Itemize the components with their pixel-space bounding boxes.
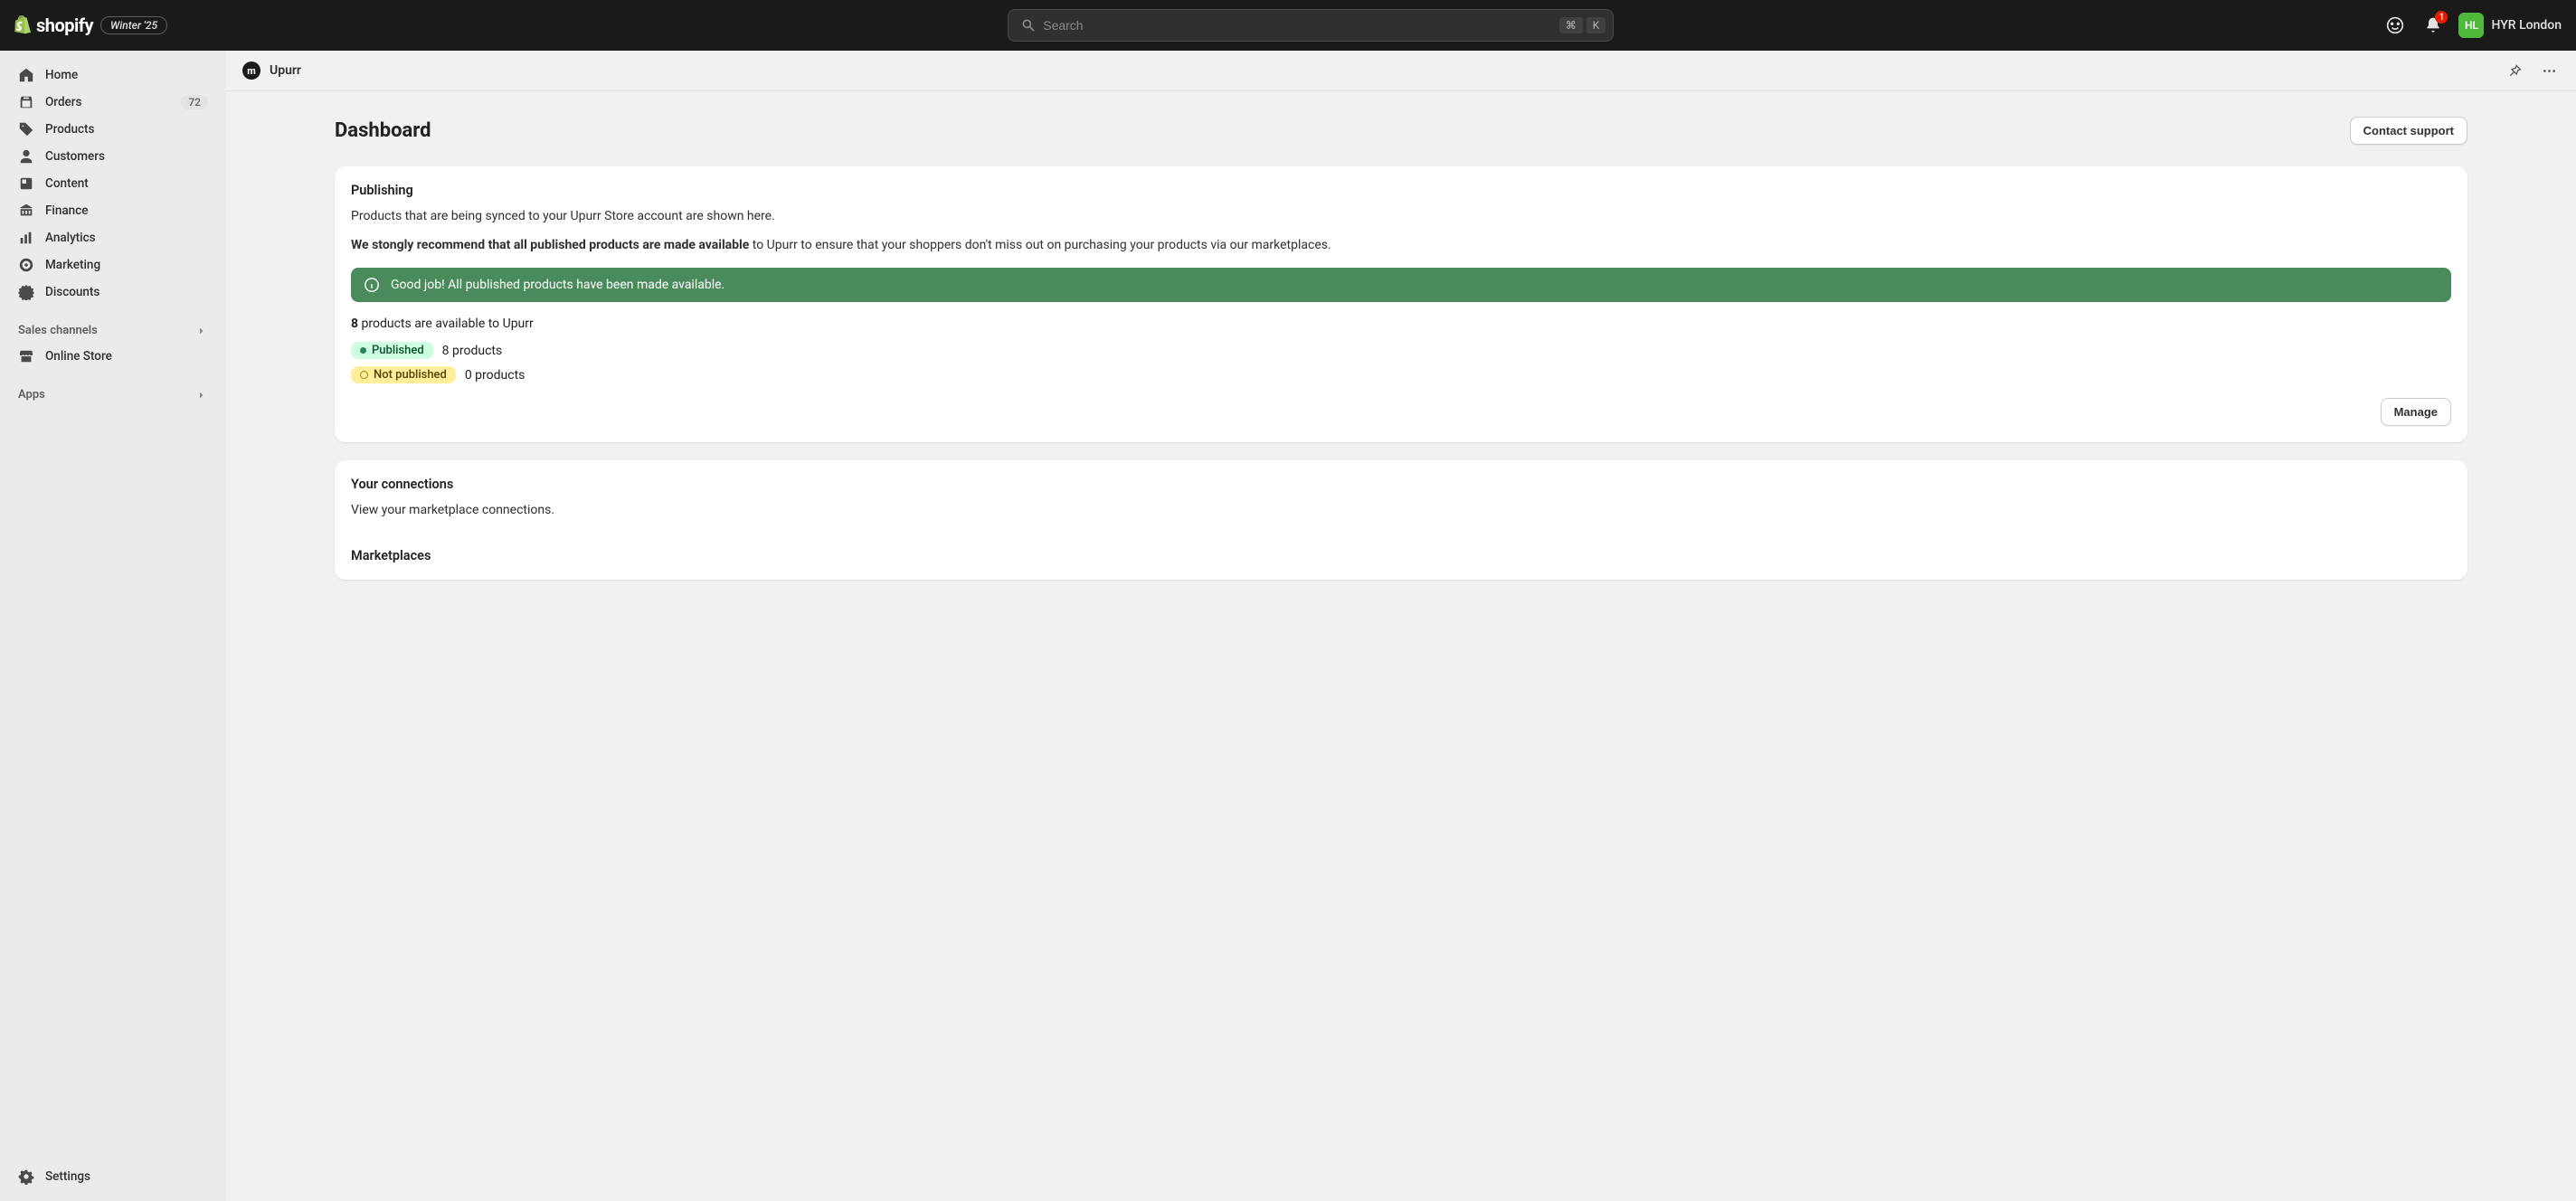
user-menu[interactable]: HL HYR London <box>2458 13 2562 38</box>
content-area: Dashboard Contact support Publishing Pro… <box>226 91 2576 1201</box>
marketing-icon <box>18 257 34 273</box>
sidebar-item-label: Products <box>45 122 94 137</box>
available-count: 8 <box>351 317 358 331</box>
analytics-icon <box>18 230 34 246</box>
shortcut-key-k: K <box>1586 17 1606 33</box>
chevron-right-icon <box>195 325 208 337</box>
face-icon <box>2386 16 2404 34</box>
connections-description: View your marketplace connections. <box>351 501 2451 521</box>
edition-badge[interactable]: Winter '25 <box>100 16 167 34</box>
orders-badge: 72 <box>181 95 208 109</box>
section-label: Apps <box>18 388 45 402</box>
dots-icon <box>2542 63 2557 79</box>
notification-badge: 1 <box>2435 11 2448 24</box>
chevron-right-icon <box>195 389 208 402</box>
published-count: 8 products <box>442 344 503 358</box>
app-icon: m <box>242 61 260 80</box>
store-icon <box>18 348 34 364</box>
app-title: Upurr <box>270 63 301 78</box>
sidebar-item-label: Home <box>45 68 78 82</box>
shortcut-keys: ⌘ K <box>1559 17 1606 33</box>
not-published-row: Not published 0 products <box>351 366 2451 383</box>
publishing-recommendation: We stongly recommend that all published … <box>351 236 2451 256</box>
page-title: Dashboard <box>335 119 431 142</box>
sidebar-item-online-store[interactable]: Online Store <box>9 343 217 370</box>
sidebar-item-home[interactable]: Home <box>9 61 217 89</box>
sidebar-item-label: Analytics <box>45 231 96 245</box>
discounts-icon <box>18 284 34 300</box>
sidebar-item-label: Marketing <box>45 258 100 272</box>
publishing-card: Publishing Products that are being synce… <box>335 166 2467 442</box>
marketplaces-title: Marketplaces <box>351 548 2451 563</box>
not-published-count: 0 products <box>465 368 526 383</box>
sidebar-item-label: Online Store <box>45 349 112 364</box>
app-header: m Upurr <box>226 51 2576 91</box>
gear-icon <box>18 1168 34 1185</box>
topbar: shopify Winter '25 ⌘ K 1 HL HYR London <box>0 0 2576 51</box>
user-name: HYR London <box>2491 18 2562 33</box>
manage-button[interactable]: Manage <box>2381 398 2451 426</box>
available-summary: 8 products are available to Upurr <box>351 317 2451 331</box>
products-icon <box>18 121 34 137</box>
sidebar-item-content[interactable]: Content <box>9 170 217 197</box>
logo-section: shopify Winter '25 <box>14 14 239 36</box>
connections-card: Your connections View your marketplace c… <box>335 460 2467 580</box>
sidebar-item-label: Finance <box>45 203 88 218</box>
customers-icon <box>18 148 34 165</box>
published-badge: Published <box>351 342 433 359</box>
sidebar-item-label: Orders <box>45 95 82 109</box>
brand-text: shopify <box>36 14 93 36</box>
notifications-button[interactable]: 1 <box>2420 13 2446 38</box>
contact-support-button[interactable]: Contact support <box>2350 117 2467 145</box>
sidebar-item-orders[interactable]: Orders 72 <box>9 89 217 116</box>
content-icon <box>18 175 34 192</box>
sidebar-section-apps[interactable]: Apps <box>9 383 217 407</box>
publishing-description: Products that are being synced to your U… <box>351 207 2451 227</box>
shortcut-key-cmd: ⌘ <box>1559 17 1583 33</box>
search-wrap: ⌘ K <box>253 9 2368 42</box>
shopify-logo[interactable]: shopify <box>14 14 93 36</box>
face-icon-button[interactable] <box>2382 13 2408 38</box>
sidebar-item-label: Content <box>45 176 89 191</box>
not-published-badge: Not published <box>351 366 456 383</box>
sidebar-item-analytics[interactable]: Analytics <box>9 224 217 251</box>
connections-title: Your connections <box>351 477 2451 492</box>
available-text: products are available to Upurr <box>358 317 534 331</box>
sidebar-item-settings[interactable]: Settings <box>9 1163 217 1190</box>
pin-icon <box>2507 63 2523 79</box>
topbar-right: 1 HL HYR London <box>2382 13 2562 38</box>
sidebar-item-products[interactable]: Products <box>9 116 217 143</box>
orders-icon <box>18 94 34 110</box>
publishing-title: Publishing <box>351 183 2451 198</box>
recommendation-bold: We stongly recommend that all published … <box>351 238 749 252</box>
success-banner: Good job! All published products have be… <box>351 268 2451 302</box>
pin-button[interactable] <box>2504 60 2525 81</box>
sidebar-section-sales-channels[interactable]: Sales channels <box>9 318 217 343</box>
search-bar[interactable]: ⌘ K <box>1008 9 1614 42</box>
page-header: Dashboard Contact support <box>335 117 2467 145</box>
sidebar-item-marketing[interactable]: Marketing <box>9 251 217 279</box>
banner-text: Good job! All published products have be… <box>391 278 724 292</box>
sidebar: Home Orders 72 Products Customers Conten… <box>0 51 226 1201</box>
main: m Upurr Dashboard Contact support Publis… <box>226 51 2576 1201</box>
info-icon <box>364 277 380 293</box>
more-actions-button[interactable] <box>2538 60 2560 81</box>
sidebar-item-label: Settings <box>45 1169 90 1184</box>
search-icon <box>1021 18 1036 33</box>
home-icon <box>18 67 34 83</box>
finance-icon <box>18 203 34 219</box>
avatar: HL <box>2458 13 2484 38</box>
published-row: Published 8 products <box>351 342 2451 359</box>
sidebar-item-label: Customers <box>45 149 105 164</box>
shopify-bag-icon <box>14 15 33 35</box>
sidebar-item-label: Discounts <box>45 285 99 299</box>
sidebar-item-customers[interactable]: Customers <box>9 143 217 170</box>
sidebar-item-finance[interactable]: Finance <box>9 197 217 224</box>
search-input[interactable] <box>1043 18 1551 33</box>
sidebar-item-discounts[interactable]: Discounts <box>9 279 217 306</box>
recommendation-rest: to Upurr to ensure that your shoppers do… <box>749 238 1331 252</box>
section-label: Sales channels <box>18 324 98 337</box>
